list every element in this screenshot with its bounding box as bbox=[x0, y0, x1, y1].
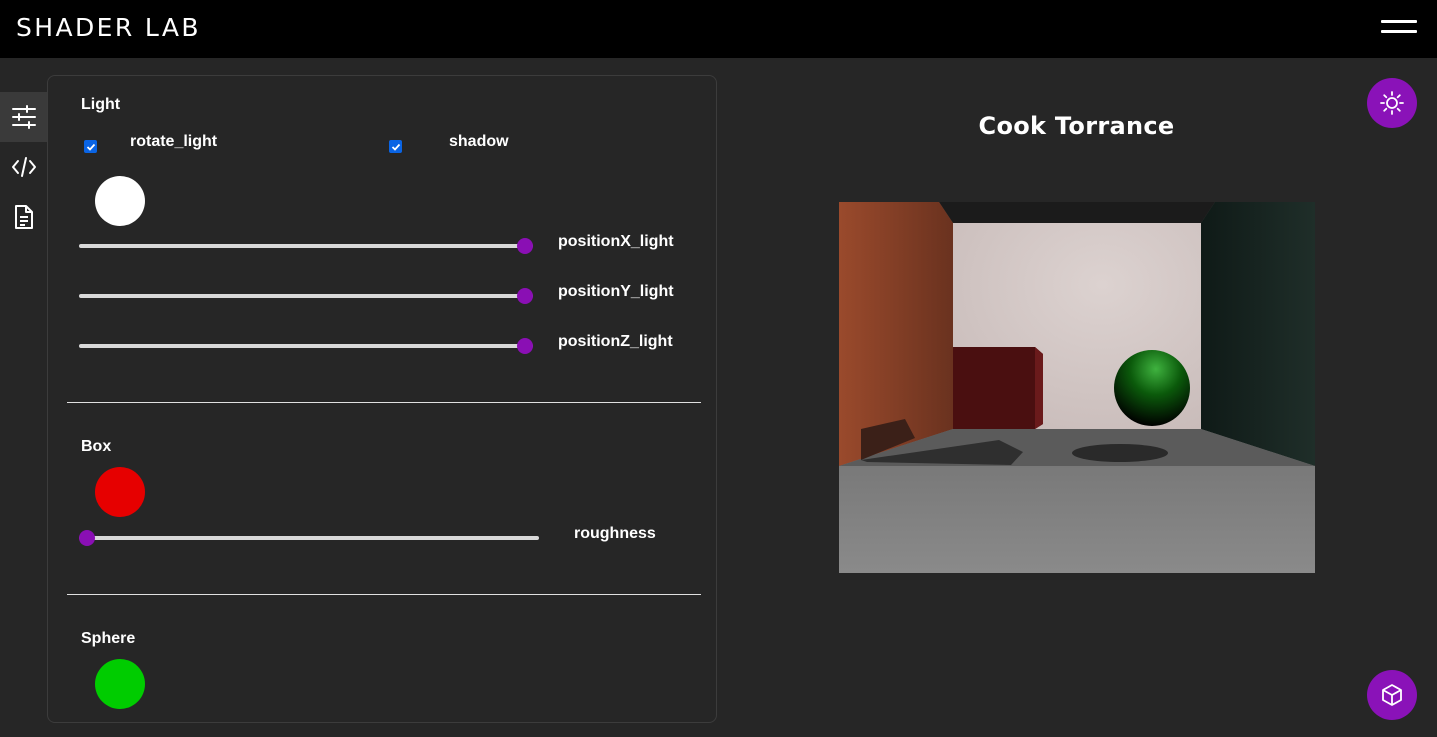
checkmark-icon bbox=[86, 143, 95, 151]
position-x-light-label: positionX_light bbox=[558, 233, 674, 250]
theme-toggle-button[interactable] bbox=[1367, 78, 1417, 128]
box-color-picker[interactable] bbox=[95, 467, 145, 517]
slider-track bbox=[79, 244, 533, 248]
sphere-color-picker[interactable] bbox=[95, 659, 145, 709]
sun-icon bbox=[1380, 91, 1404, 115]
slider-thumb[interactable] bbox=[517, 238, 533, 254]
position-z-light-slider[interactable] bbox=[79, 336, 533, 356]
sphere-section-title: Sphere bbox=[81, 630, 136, 647]
render-viewport[interactable] bbox=[839, 202, 1315, 573]
slider-thumb[interactable] bbox=[517, 338, 533, 354]
sliders-icon bbox=[12, 105, 36, 129]
app-logo[interactable]: SHADER LAB bbox=[16, 13, 201, 43]
section-divider bbox=[67, 594, 701, 595]
cube-icon bbox=[1382, 684, 1402, 706]
slider-track bbox=[79, 344, 533, 348]
sidebar-item-docs[interactable] bbox=[0, 192, 48, 242]
hamburger-menu-button[interactable] bbox=[1381, 20, 1417, 36]
light-section-title: Light bbox=[81, 96, 121, 113]
checkmark-icon bbox=[391, 143, 400, 151]
slider-thumb[interactable] bbox=[79, 530, 95, 546]
position-x-light-slider[interactable] bbox=[79, 236, 533, 256]
roughness-slider[interactable] bbox=[79, 528, 539, 548]
rotate-light-checkbox[interactable] bbox=[84, 140, 97, 153]
position-y-light-label: positionY_light bbox=[558, 283, 674, 300]
scene-render-image bbox=[839, 202, 1315, 573]
slider-thumb[interactable] bbox=[517, 288, 533, 304]
rotate-light-label: rotate_light bbox=[130, 133, 218, 150]
slider-track bbox=[79, 536, 539, 540]
sidebar-item-code[interactable] bbox=[0, 142, 48, 192]
section-divider bbox=[67, 402, 701, 403]
model-select-button[interactable] bbox=[1367, 670, 1417, 720]
scene-title: Cook Torrance bbox=[978, 112, 1175, 140]
sidebar-item-controls[interactable] bbox=[0, 92, 48, 142]
box-section-title: Box bbox=[81, 438, 112, 455]
shadow-checkbox[interactable] bbox=[389, 140, 402, 153]
position-z-light-label: positionZ_light bbox=[558, 333, 673, 350]
light-color-picker[interactable] bbox=[95, 176, 145, 226]
menu-bar bbox=[1381, 30, 1417, 33]
position-y-light-slider[interactable] bbox=[79, 286, 533, 306]
controls-panel: Light rotate_light shadow positionX_ligh… bbox=[47, 75, 717, 723]
sidebar bbox=[0, 92, 48, 242]
code-icon bbox=[12, 157, 36, 177]
shadow-label: shadow bbox=[449, 133, 509, 150]
top-bar: SHADER LAB bbox=[0, 0, 1437, 58]
document-icon bbox=[15, 205, 33, 229]
roughness-label: roughness bbox=[574, 525, 656, 542]
menu-bar bbox=[1381, 20, 1417, 23]
slider-track bbox=[79, 294, 533, 298]
